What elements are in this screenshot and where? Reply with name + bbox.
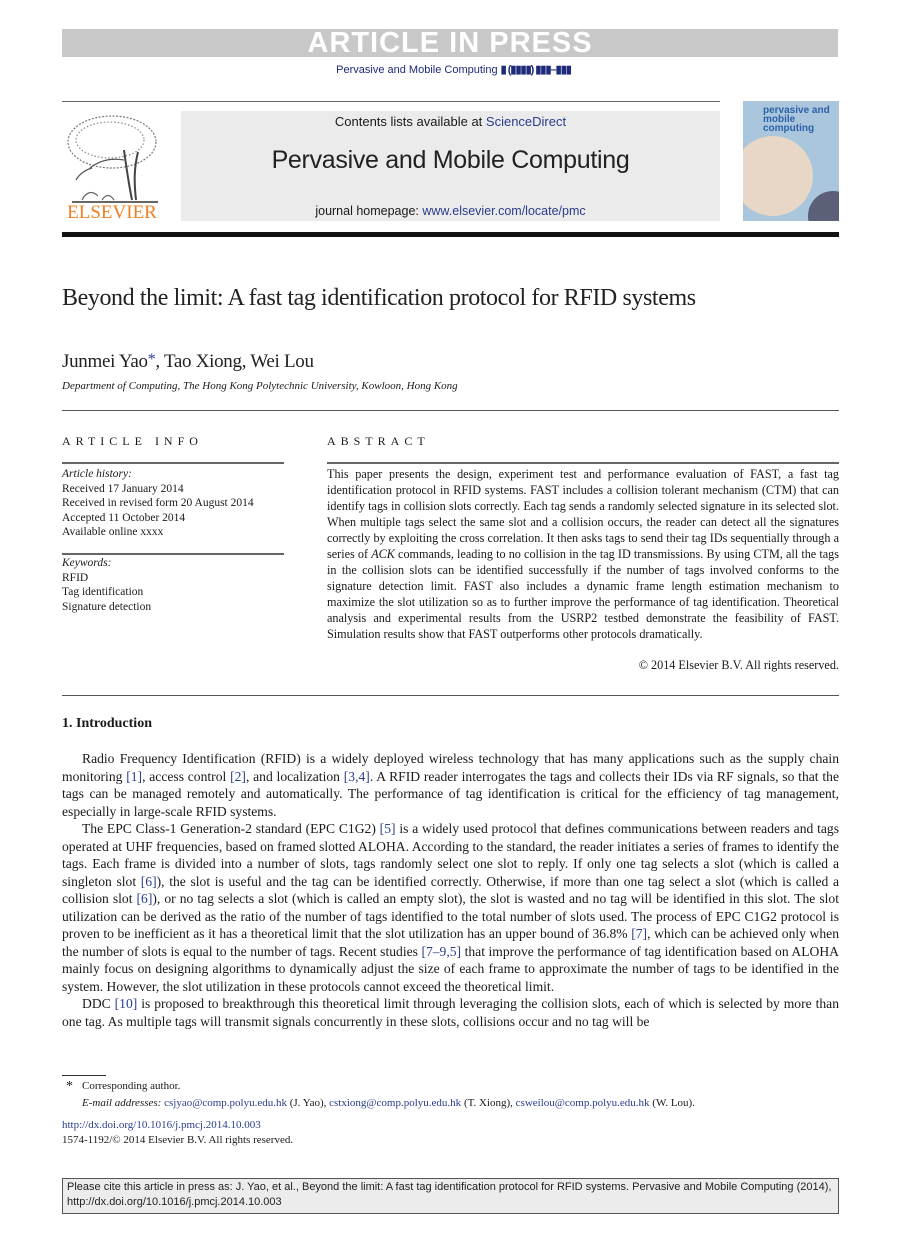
- footnote-rule: [62, 1075, 106, 1076]
- journal-cover-image[interactable]: pervasive and mobile computing: [743, 101, 839, 221]
- abstract-italic-term: ACK: [371, 547, 395, 561]
- paragraph: The EPC Class-1 Generation-2 standard (E…: [62, 820, 839, 995]
- citation-link[interactable]: [3,4]: [344, 769, 370, 784]
- header-top-rule: [62, 101, 720, 102]
- citation-text: Please cite this article in press as: J.…: [67, 1181, 832, 1208]
- author-list: Junmei Yao*, Tao Xiong, Wei Lou: [62, 351, 314, 373]
- running-journal-name: Pervasive and Mobile Computing: [336, 64, 498, 76]
- divider: [327, 462, 839, 464]
- header-bottom-rule: [62, 232, 839, 237]
- sciencedirect-link[interactable]: ScienceDirect: [486, 114, 566, 129]
- article-info-heading: ARTICLE INFO: [62, 434, 203, 448]
- article-in-press-banner: ARTICLE IN PRESS: [62, 29, 838, 58]
- email-owner: (J. Yao),: [286, 1097, 330, 1109]
- citation-link[interactable]: [6]: [141, 874, 157, 889]
- citation-link[interactable]: [7–9,5]: [421, 944, 461, 959]
- email-link[interactable]: csjyao@comp.polyu.edu.hk: [164, 1097, 287, 1109]
- cover-vitruvian-circle: [743, 136, 813, 216]
- email-label: E-mail addresses:: [82, 1097, 165, 1109]
- text-run: DDC: [82, 996, 115, 1011]
- elsevier-wordmark: ELSEVIER: [67, 202, 157, 223]
- author-affiliation: Department of Computing, The Hong Kong P…: [62, 380, 458, 392]
- contents-prefix: Contents lists available at: [334, 114, 486, 129]
- author-name: Junmei Yao: [62, 351, 148, 372]
- paragraph: DDC [10] is proposed to breakthrough thi…: [62, 995, 839, 1030]
- keywords-label: Keywords:: [62, 557, 112, 569]
- abstract-heading: ABSTRACT: [327, 434, 430, 448]
- email-addresses-note: E-mail addresses: csjyao@comp.polyu.edu.…: [82, 1097, 695, 1109]
- article-title: Beyond the limit: A fast tag identificat…: [62, 285, 696, 311]
- citation-link[interactable]: [1]: [126, 769, 142, 784]
- section-heading-introduction: 1. Introduction: [62, 716, 152, 731]
- keyword-item: RFID: [62, 571, 89, 584]
- journal-homepage-link[interactable]: www.elsevier.com/locate/pmc: [422, 204, 585, 218]
- history-online: Available online xxxx: [62, 526, 164, 538]
- text-run: , access control: [142, 768, 231, 784]
- history-accepted: Accepted 11 October 2014: [62, 511, 186, 524]
- cover-dark-circle: [808, 191, 839, 221]
- citation-link[interactable]: [10]: [115, 996, 138, 1011]
- email-owner: (T. Xiong),: [461, 1097, 516, 1109]
- issn-copyright: 1574-1192/© 2014 Elsevier B.V. All right…: [62, 1134, 294, 1146]
- abstract-copyright: © 2014 Elsevier B.V. All rights reserved…: [638, 658, 839, 672]
- homepage-prefix: journal homepage:: [315, 204, 423, 218]
- cover-title: pervasive and mobile computing: [763, 105, 830, 134]
- email-link[interactable]: csweilou@comp.polyu.edu.hk: [516, 1097, 650, 1109]
- paragraph: Radio Frequency Identification (RFID) is…: [62, 750, 839, 820]
- doi-link[interactable]: http://dx.doi.org/10.1016/j.pmcj.2014.10…: [62, 1119, 261, 1131]
- citation-link[interactable]: [6]: [137, 891, 153, 906]
- divider: [62, 462, 284, 464]
- footnote-marker: *: [66, 1079, 73, 1094]
- corresponding-author-note: Corresponding author.: [82, 1080, 181, 1092]
- running-journal-reference: Pervasive and Mobile Computing ▮ (▮▮▮▮) …: [0, 63, 907, 76]
- article-history-label: Article history:: [62, 468, 132, 480]
- history-received: Received 17 January 2014: [62, 482, 184, 495]
- email-owner: (W. Lou).: [649, 1097, 695, 1109]
- text-run: , and localization: [245, 768, 344, 784]
- author-names-rest: , Tao Xiong, Wei Lou: [155, 351, 314, 372]
- volume-placeholder: ▮ (▮▮▮▮) ▮▮▮–▮▮▮: [500, 64, 572, 76]
- text-run: The EPC Class-1 Generation-2 standard (E…: [82, 821, 380, 836]
- contents-availability-line: Contents lists available at ScienceDirec…: [181, 114, 720, 129]
- divider: [62, 410, 839, 411]
- divider: [62, 553, 284, 555]
- introduction-body: Radio Frequency Identification (RFID) is…: [62, 750, 839, 1030]
- divider: [62, 695, 839, 696]
- abstract-text: This paper presents the design, experime…: [327, 466, 839, 642]
- keyword-item: Signature detection: [62, 600, 152, 613]
- journal-title: Pervasive and Mobile Computing: [271, 146, 630, 174]
- keyword-item: Tag identification: [62, 586, 144, 598]
- citation-link[interactable]: [5]: [380, 821, 396, 836]
- journal-homepage-line: journal homepage: www.elsevier.com/locat…: [181, 204, 720, 218]
- email-link[interactable]: cstxiong@comp.polyu.edu.hk: [329, 1097, 461, 1109]
- text-run: is proposed to breakthrough this theoret…: [62, 996, 839, 1029]
- abstract-part: commands, leading to no collision in the…: [327, 547, 839, 641]
- citation-link[interactable]: [2]: [230, 769, 246, 784]
- history-revised: Received in revised form 20 August 2014: [62, 497, 254, 509]
- keywords: Keywords: RFID Tag identification Signat…: [62, 556, 151, 614]
- article-history: Article history: Received 17 January 201…: [62, 467, 254, 540]
- citation-link[interactable]: [7]: [631, 926, 647, 941]
